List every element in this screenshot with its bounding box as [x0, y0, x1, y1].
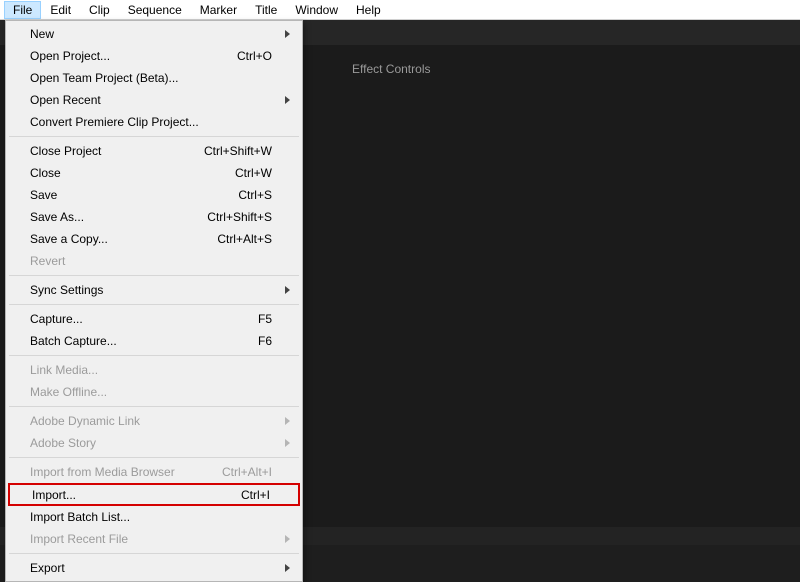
menu-item-revert: Revert — [8, 250, 300, 272]
menu-shortcut: Ctrl+I — [241, 488, 270, 502]
submenu-arrow-icon — [285, 535, 290, 543]
submenu-arrow-icon — [285, 417, 290, 425]
menubar: File Edit Clip Sequence Marker Title Win… — [0, 0, 800, 20]
menu-item-save-copy[interactable]: Save a Copy... Ctrl+Alt+S — [8, 228, 300, 250]
menu-item-label: Close Project — [30, 144, 204, 158]
menu-separator — [9, 406, 299, 407]
menu-item-import-recent-file: Import Recent File — [8, 528, 300, 550]
menu-edit[interactable]: Edit — [41, 1, 80, 19]
highlighted-menu-item: Import... Ctrl+I — [8, 483, 300, 506]
menu-title[interactable]: Title — [246, 1, 286, 19]
menu-help[interactable]: Help — [347, 1, 390, 19]
menu-shortcut: Ctrl+Shift+S — [207, 210, 272, 224]
menu-item-label: Import... — [32, 488, 241, 502]
menu-shortcut: Ctrl+Alt+I — [222, 465, 272, 479]
menu-item-label: Batch Capture... — [30, 334, 258, 348]
menu-separator — [9, 553, 299, 554]
menu-item-export[interactable]: Export — [8, 557, 300, 579]
menu-item-label: Sync Settings — [30, 283, 272, 297]
menu-item-adobe-dynamic-link: Adobe Dynamic Link — [8, 410, 300, 432]
menu-item-import-batch-list[interactable]: Import Batch List... — [8, 506, 300, 528]
submenu-arrow-icon — [285, 564, 290, 572]
menu-item-label: Open Recent — [30, 93, 272, 107]
menu-item-adobe-story: Adobe Story — [8, 432, 300, 454]
menu-item-label: Make Offline... — [30, 385, 272, 399]
menu-separator — [9, 355, 299, 356]
menu-item-capture[interactable]: Capture... F5 — [8, 308, 300, 330]
menu-shortcut: Ctrl+Shift+W — [204, 144, 272, 158]
menu-item-save[interactable]: Save Ctrl+S — [8, 184, 300, 206]
menu-window[interactable]: Window — [286, 1, 347, 19]
menu-item-link-media: Link Media... — [8, 359, 300, 381]
menu-item-label: Save — [30, 188, 238, 202]
menu-item-label: Save a Copy... — [30, 232, 217, 246]
submenu-arrow-icon — [285, 286, 290, 294]
menu-item-label: Capture... — [30, 312, 258, 326]
menu-item-convert-premiere-clip[interactable]: Convert Premiere Clip Project... — [8, 111, 300, 133]
menu-shortcut: F6 — [258, 334, 272, 348]
menu-item-label: Save As... — [30, 210, 207, 224]
menu-item-label: Import Recent File — [30, 532, 272, 546]
menu-shortcut: Ctrl+O — [237, 49, 272, 63]
menu-item-new[interactable]: New — [8, 23, 300, 45]
menu-item-close[interactable]: Close Ctrl+W — [8, 162, 300, 184]
menu-separator — [9, 457, 299, 458]
menu-item-label: Revert — [30, 254, 272, 268]
menu-marker[interactable]: Marker — [191, 1, 246, 19]
menu-item-import[interactable]: Import... Ctrl+I — [10, 485, 298, 504]
menu-separator — [9, 136, 299, 137]
menu-item-sync-settings[interactable]: Sync Settings — [8, 279, 300, 301]
effect-controls-tab[interactable]: Effect Controls — [352, 62, 430, 76]
menu-shortcut: Ctrl+Alt+S — [217, 232, 272, 246]
menu-item-label: Adobe Dynamic Link — [30, 414, 272, 428]
menu-item-label: Convert Premiere Clip Project... — [30, 115, 272, 129]
menu-item-make-offline: Make Offline... — [8, 381, 300, 403]
menu-item-label: Link Media... — [30, 363, 272, 377]
menu-shortcut: Ctrl+W — [235, 166, 272, 180]
menu-clip[interactable]: Clip — [80, 1, 119, 19]
menu-item-label: Adobe Story — [30, 436, 272, 450]
menu-item-open-team-project[interactable]: Open Team Project (Beta)... — [8, 67, 300, 89]
menu-item-label: Import from Media Browser — [30, 465, 222, 479]
menu-shortcut: Ctrl+S — [238, 188, 272, 202]
menu-item-open-recent[interactable]: Open Recent — [8, 89, 300, 111]
menu-item-save-as[interactable]: Save As... Ctrl+Shift+S — [8, 206, 300, 228]
submenu-arrow-icon — [285, 30, 290, 38]
menu-sequence[interactable]: Sequence — [119, 1, 191, 19]
submenu-arrow-icon — [285, 96, 290, 104]
menu-item-label: Export — [30, 561, 272, 575]
menu-item-label: Import Batch List... — [30, 510, 272, 524]
menu-item-label: Open Team Project (Beta)... — [30, 71, 272, 85]
menu-separator — [9, 304, 299, 305]
menu-shortcut: F5 — [258, 312, 272, 326]
menu-item-label: Open Project... — [30, 49, 237, 63]
menu-item-open-project[interactable]: Open Project... Ctrl+O — [8, 45, 300, 67]
submenu-arrow-icon — [285, 439, 290, 447]
menu-separator — [9, 275, 299, 276]
menu-item-import-from-media-browser: Import from Media Browser Ctrl+Alt+I — [8, 461, 300, 483]
file-dropdown: New Open Project... Ctrl+O Open Team Pro… — [5, 20, 303, 582]
menu-item-batch-capture[interactable]: Batch Capture... F6 — [8, 330, 300, 352]
menu-item-label: Close — [30, 166, 235, 180]
menu-file[interactable]: File — [4, 1, 41, 19]
menu-item-label: New — [30, 27, 272, 41]
menu-item-close-project[interactable]: Close Project Ctrl+Shift+W — [8, 140, 300, 162]
